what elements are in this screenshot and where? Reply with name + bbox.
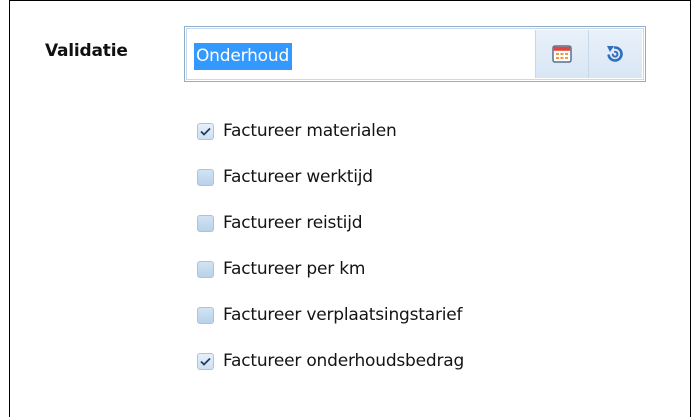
refresh-icon (607, 46, 623, 62)
checkmark-icon (200, 357, 211, 366)
billing-options-list: Factureer materialen Factureer werktijd Fa… (197, 108, 464, 384)
checkbox-row[interactable]: Factureer per km (197, 246, 464, 292)
checkbox-row[interactable]: Factureer materialen (197, 108, 464, 154)
validation-label: Validatie (45, 41, 128, 61)
validation-combobox-inner: Onderhoud (186, 28, 644, 80)
checkbox-row[interactable]: Factureer reistijd (197, 200, 464, 246)
checkbox-label: Factureer reistijd (223, 213, 363, 233)
validation-value[interactable]: Onderhoud (194, 43, 293, 70)
checkbox-label: Factureer verplaatsingstarief (223, 305, 463, 325)
refresh-button[interactable] (589, 30, 641, 78)
checkbox[interactable] (197, 306, 214, 324)
checkmark-icon (200, 127, 211, 136)
checkbox[interactable] (197, 168, 214, 186)
checkbox[interactable] (197, 352, 214, 370)
checkbox-label: Factureer materialen (223, 121, 397, 141)
checkbox[interactable] (197, 122, 214, 140)
calendar-button[interactable] (536, 30, 589, 78)
checkbox[interactable] (197, 260, 214, 278)
checkbox-row[interactable]: Factureer verplaatsingstarief (197, 292, 464, 338)
checkbox-row[interactable]: Factureer onderhoudsbedrag (197, 338, 464, 384)
checkbox-label: Factureer werktijd (223, 167, 373, 187)
calendar-icon (552, 45, 572, 63)
checkbox-label: Factureer per km (223, 259, 366, 279)
combobox-button-group (535, 30, 642, 78)
checkbox-row[interactable]: Factureer werktijd (197, 154, 464, 200)
validation-combobox[interactable]: Onderhoud (184, 26, 646, 82)
settings-panel: Validatie Onderhoud Factureer materialen… (9, 0, 691, 417)
checkbox[interactable] (197, 214, 214, 232)
checkbox-label: Factureer onderhoudsbedrag (223, 351, 465, 371)
